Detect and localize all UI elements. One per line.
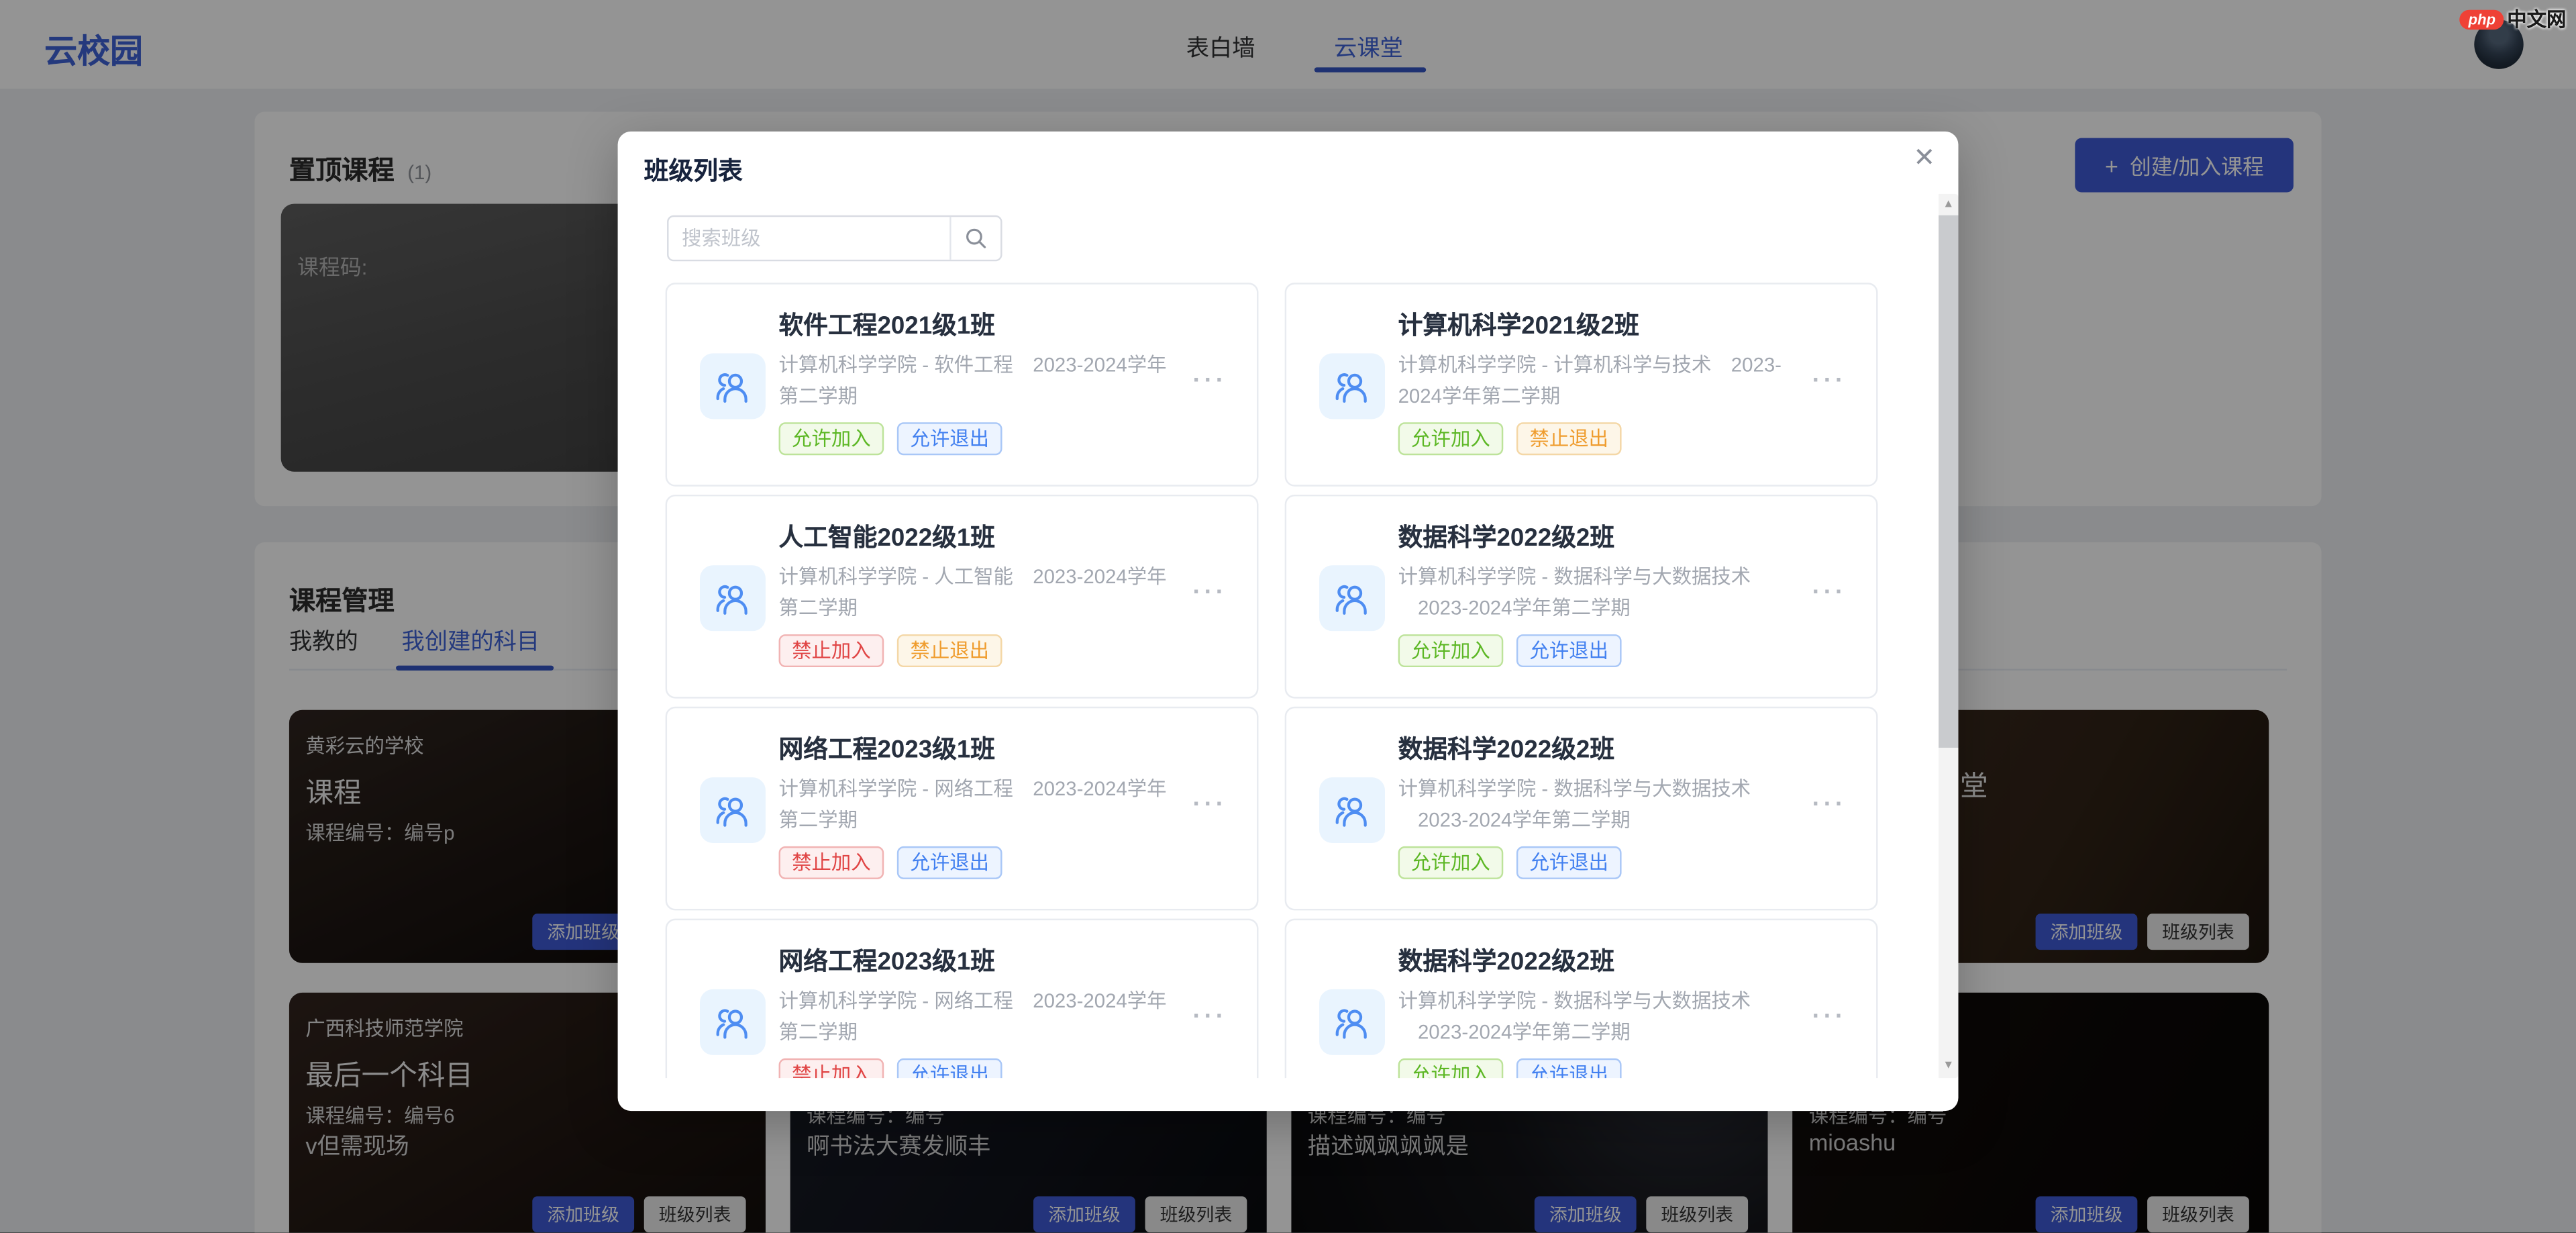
class-semester: 2023-2024学年第二学期: [1418, 597, 1631, 620]
class-card[interactable]: 数据科学2022级2班 计算机科学学院 - 数据科学与大数据技术 2023-202…: [1285, 919, 1878, 1078]
class-tags: 禁止加入允许退出: [779, 846, 1002, 879]
class-name: 数据科学2022级2班: [1398, 520, 1615, 554]
users-icon: [711, 789, 754, 832]
class-avatar: [1319, 989, 1385, 1055]
class-tag: 允许退出: [1516, 634, 1622, 667]
class-name: 网络工程2023级1班: [779, 943, 996, 977]
class-avatar: [700, 353, 766, 419]
class-tag: 禁止加入: [779, 634, 884, 667]
search-button[interactable]: [949, 217, 1000, 260]
class-dept: 计算机科学学院 - 软件工程: [779, 353, 1013, 376]
class-grid: 软件工程2021级1班 计算机科学学院 - 软件工程2023-2024学年第二学…: [666, 283, 1879, 1078]
class-search: [667, 215, 1002, 262]
class-tag: 禁止加入: [779, 846, 884, 879]
more-icon[interactable]: ···: [1812, 579, 1847, 607]
class-avatar: [1319, 353, 1385, 419]
class-tag: 允许加入: [779, 422, 884, 455]
class-semester: 2023-2024学年第二学期: [1418, 1020, 1631, 1043]
search-input[interactable]: [668, 217, 949, 260]
class-tag: 允许退出: [897, 422, 1002, 455]
viewport: 云校园 表白墙 云课堂 置顶课程(1) +创建/加入课程 课程码: 课程管理 我…: [0, 0, 2576, 1232]
class-subtitle: 计算机科学学院 - 网络工程2023-2024学年第二学期: [779, 774, 1183, 836]
class-name: 软件工程2021级1班: [779, 307, 996, 342]
search-icon: [964, 227, 987, 250]
class-tag: 禁止加入: [779, 1058, 884, 1078]
modal-scrollbar[interactable]: ▲ ▼: [1939, 194, 1958, 1078]
scroll-down-icon[interactable]: ▼: [1939, 1055, 1958, 1077]
class-subtitle: 计算机科学学院 - 计算机科学与技术2023-2024学年第二学期: [1398, 350, 1802, 413]
class-avatar: [700, 777, 766, 843]
class-name: 网络工程2023级1班: [779, 732, 996, 766]
watermark-text: 中文网: [2507, 5, 2566, 33]
class-card[interactable]: 软件工程2021级1班 计算机科学学院 - 软件工程2023-2024学年第二学…: [666, 283, 1259, 487]
class-list-modal: 班级列表 ✕ 软件工程2021级1班 计算机科学学院 - 软: [618, 132, 1959, 1111]
class-avatar: [700, 989, 766, 1055]
class-subtitle: 计算机科学学院 - 数据科学与大数据技术 2023-2024学年第二学期: [1398, 774, 1802, 836]
more-icon[interactable]: ···: [1193, 1003, 1227, 1031]
more-icon[interactable]: ···: [1812, 366, 1847, 395]
class-subtitle: 计算机科学学院 - 人工智能2023-2024学年第二学期: [779, 562, 1183, 624]
class-subtitle: 计算机科学学院 - 网络工程2023-2024学年第二学期: [779, 986, 1183, 1048]
more-icon[interactable]: ···: [1812, 791, 1847, 819]
users-icon: [711, 365, 754, 408]
class-card[interactable]: 网络工程2023级1班 计算机科学学院 - 网络工程2023-2024学年第二学…: [666, 707, 1259, 911]
class-tag: 禁止退出: [897, 634, 1002, 667]
class-tags: 允许加入允许退出: [1398, 846, 1622, 879]
more-icon[interactable]: ···: [1812, 1003, 1847, 1031]
class-subtitle: 计算机科学学院 - 软件工程2023-2024学年第二学期: [779, 350, 1183, 413]
class-name: 人工智能2022级1班: [779, 520, 996, 554]
class-avatar: [700, 565, 766, 631]
class-tags: 禁止加入允许退出: [779, 1058, 1002, 1078]
class-dept: 计算机科学学院 - 数据科学与大数据技术: [1398, 565, 1751, 588]
class-card[interactable]: 数据科学2022级2班 计算机科学学院 - 数据科学与大数据技术 2023-202…: [1285, 707, 1878, 911]
users-icon: [1331, 1001, 1374, 1044]
class-name: 数据科学2022级2班: [1398, 943, 1615, 977]
close-icon[interactable]: ✕: [1913, 144, 1935, 174]
class-tag: 允许加入: [1398, 1058, 1504, 1078]
class-dept: 计算机科学学院 - 人工智能: [779, 565, 1013, 588]
class-card[interactable]: 计算机科学2021级2班 计算机科学学院 - 计算机科学与技术2023-2024…: [1285, 283, 1878, 487]
class-tag: 允许退出: [1516, 846, 1622, 879]
class-tags: 禁止加入禁止退出: [779, 634, 1002, 667]
class-tags: 允许加入允许退出: [779, 422, 1002, 455]
class-subtitle: 计算机科学学院 - 数据科学与大数据技术 2023-2024学年第二学期: [1398, 562, 1802, 624]
class-dept: 计算机科学学院 - 数据科学与大数据技术: [1398, 989, 1751, 1012]
class-dept: 计算机科学学院 - 数据科学与大数据技术: [1398, 777, 1751, 800]
class-avatar: [1319, 565, 1385, 631]
modal-title: 班级列表: [644, 153, 743, 187]
class-tag: 允许退出: [1516, 1058, 1622, 1078]
users-icon: [711, 1001, 754, 1044]
class-tags: 允许加入允许退出: [1398, 634, 1622, 667]
users-icon: [1331, 365, 1374, 408]
class-tags: 允许加入禁止退出: [1398, 422, 1622, 455]
scroll-up-icon[interactable]: ▲: [1939, 194, 1958, 215]
class-tag: 禁止退出: [1516, 422, 1622, 455]
class-tag: 允许加入: [1398, 634, 1504, 667]
class-name: 计算机科学2021级2班: [1398, 307, 1639, 342]
class-tags: 允许加入允许退出: [1398, 1058, 1622, 1078]
php-badge: php: [2460, 9, 2504, 28]
class-dept: 计算机科学学院 - 计算机科学与技术: [1398, 353, 1712, 376]
php-cn-watermark: php 中文网: [2460, 5, 2566, 33]
class-tag: 允许加入: [1398, 846, 1504, 879]
class-dept: 计算机科学学院 - 网络工程: [779, 989, 1013, 1012]
class-avatar: [1319, 777, 1385, 843]
class-card[interactable]: 网络工程2023级1班 计算机科学学院 - 网络工程2023-2024学年第二学…: [666, 919, 1259, 1078]
class-tag: 允许加入: [1398, 422, 1504, 455]
class-subtitle: 计算机科学学院 - 数据科学与大数据技术 2023-2024学年第二学期: [1398, 986, 1802, 1048]
more-icon[interactable]: ···: [1193, 366, 1227, 395]
class-card[interactable]: 人工智能2022级1班 计算机科学学院 - 人工智能2023-2024学年第二学…: [666, 495, 1259, 699]
more-icon[interactable]: ···: [1193, 579, 1227, 607]
users-icon: [1331, 789, 1374, 832]
class-tag: 允许退出: [897, 846, 1002, 879]
more-icon[interactable]: ···: [1193, 791, 1227, 819]
users-icon: [1331, 577, 1374, 620]
class-name: 数据科学2022级2班: [1398, 732, 1615, 766]
class-dept: 计算机科学学院 - 网络工程: [779, 777, 1013, 800]
class-semester: 2023-2024学年第二学期: [1418, 809, 1631, 832]
scrollbar-thumb[interactable]: [1939, 215, 1958, 748]
class-tag: 允许退出: [897, 1058, 1002, 1078]
users-icon: [711, 577, 754, 620]
class-card[interactable]: 数据科学2022级2班 计算机科学学院 - 数据科学与大数据技术 2023-202…: [1285, 495, 1878, 699]
